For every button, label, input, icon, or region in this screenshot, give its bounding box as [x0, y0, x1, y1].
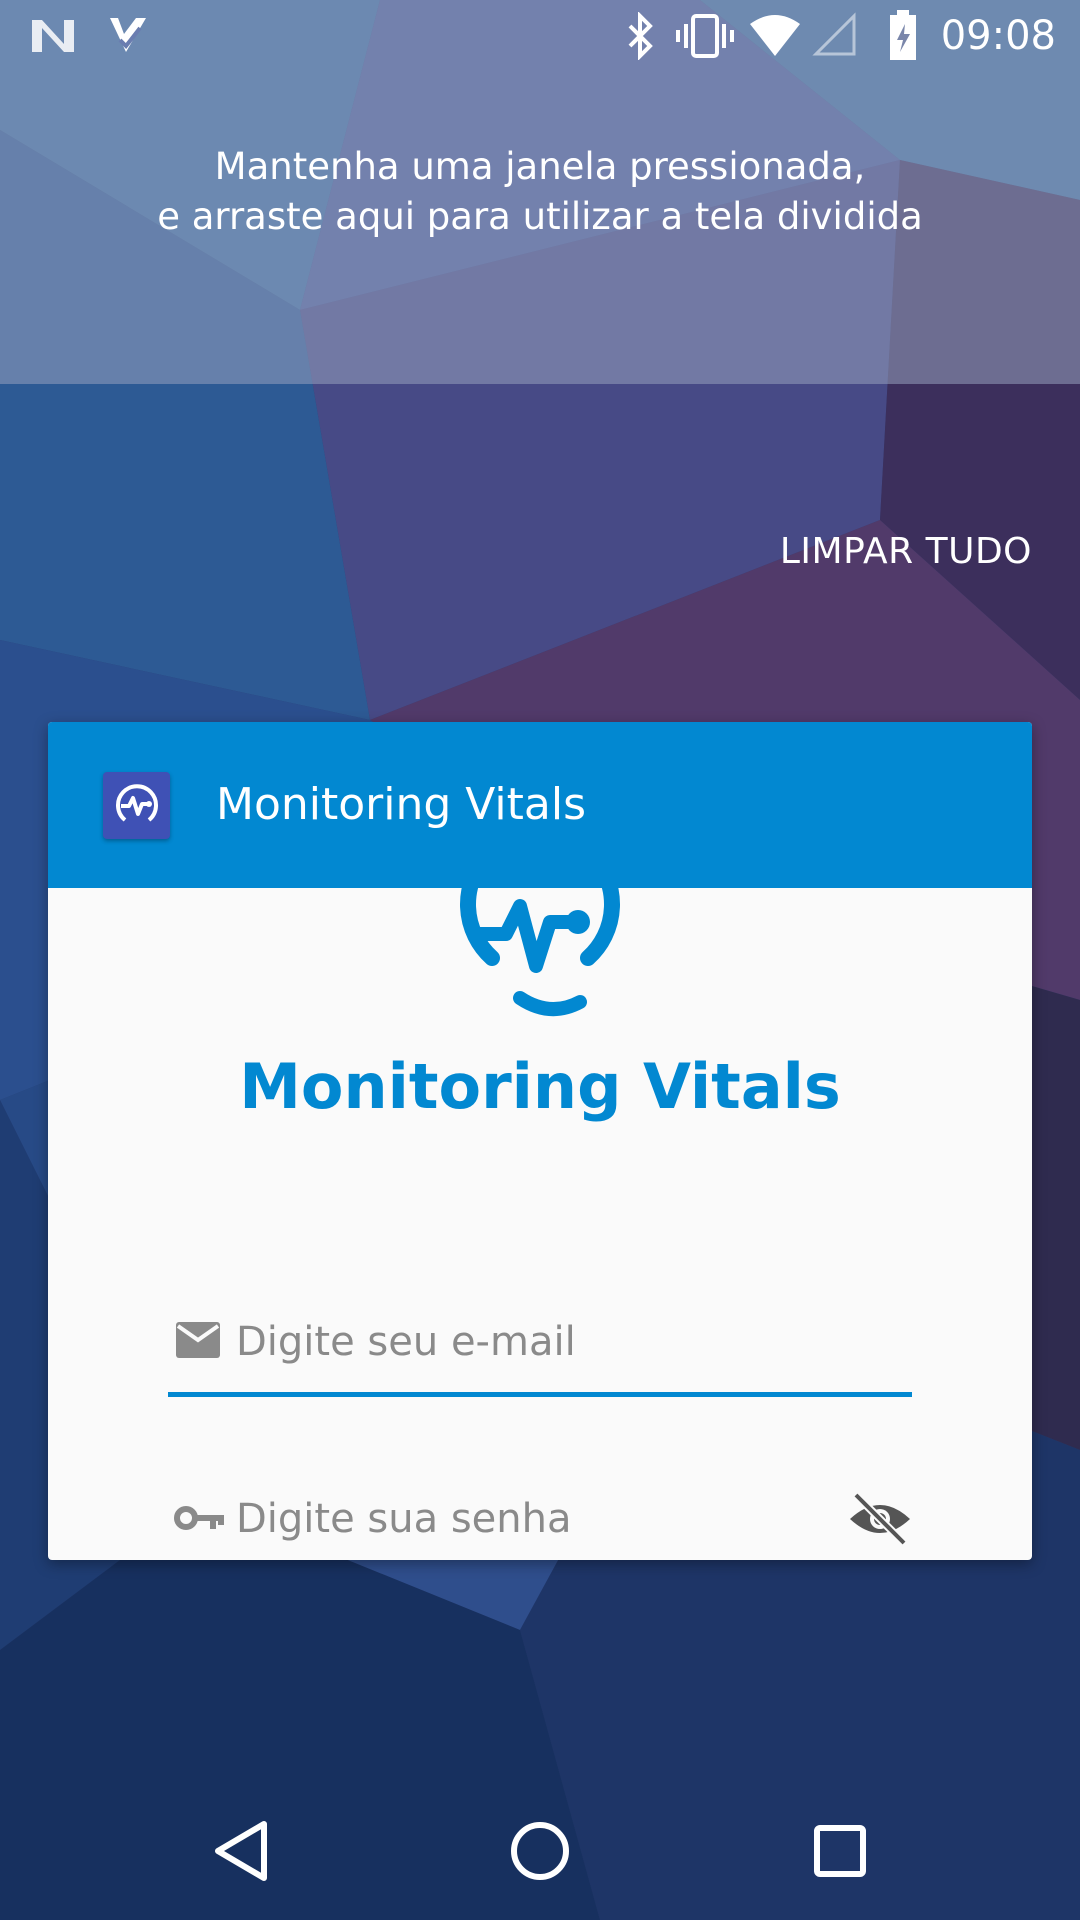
recent-app-card[interactable]: Monitoring Vitals Monitoring Vitals — [48, 722, 1032, 1560]
brand-logo-icon — [460, 888, 620, 1017]
split-screen-hint: Mantenha uma janela pressionada, e arras… — [0, 142, 1080, 242]
task-check-icon — [110, 18, 146, 52]
card-header[interactable]: Monitoring Vitals — [48, 722, 1032, 888]
email-field[interactable] — [168, 1302, 912, 1398]
clear-all-button[interactable]: LIMPAR TUDO — [780, 527, 1032, 577]
recents-icon[interactable] — [805, 1816, 875, 1886]
wifi-icon — [750, 15, 800, 56]
home-icon[interactable] — [505, 1816, 575, 1886]
back-icon[interactable] — [206, 1816, 276, 1886]
eye-off-icon[interactable] — [848, 1489, 912, 1549]
card-app-title: Monitoring Vitals — [216, 779, 587, 830]
status-bar: 09:08 — [0, 0, 1080, 72]
battery-icon — [890, 10, 916, 60]
bluetooth-icon — [628, 12, 653, 60]
n-logo-icon — [32, 20, 74, 52]
password-input[interactable] — [236, 1479, 836, 1559]
brand-name: Monitoring Vitals — [239, 1050, 841, 1123]
password-field[interactable] — [168, 1479, 912, 1560]
email-input[interactable] — [236, 1302, 836, 1382]
mail-icon — [176, 1322, 220, 1358]
key-icon — [174, 1506, 224, 1530]
vibrate-icon — [676, 14, 734, 58]
split-screen-hint-line-1: Mantenha uma janela pressionada, — [214, 145, 866, 188]
cell-signal-icon — [812, 12, 856, 56]
navigation-bar — [0, 1776, 1080, 1920]
heartbeat-logo-icon — [116, 784, 158, 822]
split-screen-hint-line-2: e arraste aqui para utilizar a tela divi… — [157, 195, 923, 238]
status-clock: 09:08 — [940, 13, 1056, 59]
app-icon — [103, 772, 170, 839]
email-underline — [168, 1392, 912, 1397]
